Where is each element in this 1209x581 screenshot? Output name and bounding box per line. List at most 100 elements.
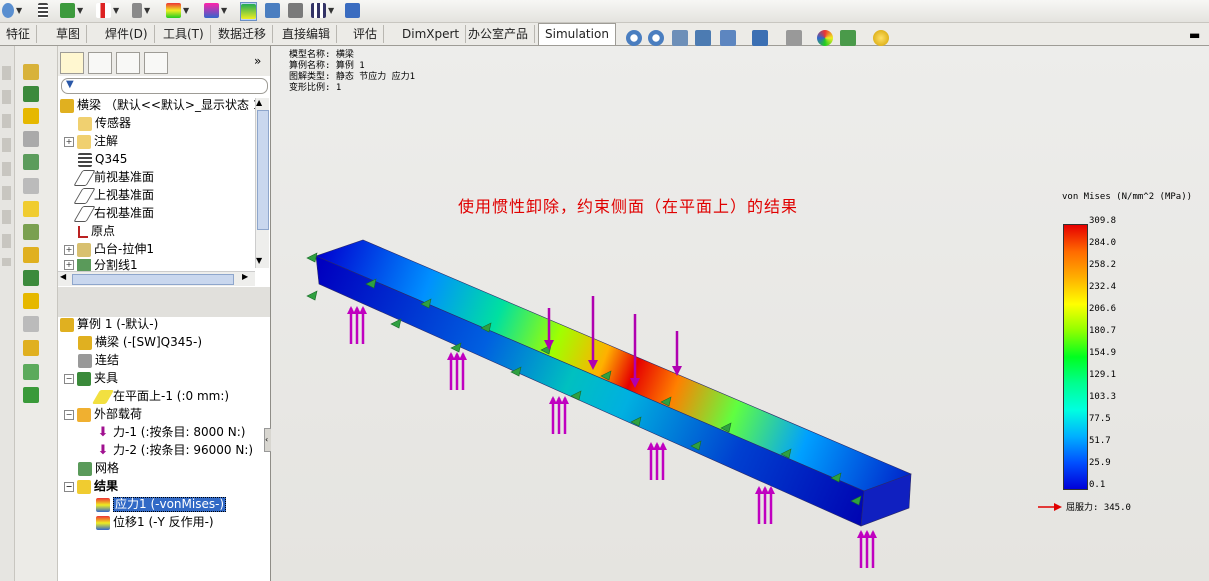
compare-tool-button[interactable]: [288, 2, 303, 19]
tree-item-top-plane[interactable]: 上视基准面: [73, 187, 154, 204]
section-tool-button[interactable]: [265, 2, 280, 19]
tab-office-products[interactable]: 办公室产品: [462, 25, 536, 43]
external-load-icon[interactable]: [23, 108, 39, 124]
study-item-study[interactable]: 算例 1 (-默认-): [60, 316, 158, 333]
tree-item-part[interactable]: 横梁 （默认<<默认>_显示状态 1: [60, 97, 260, 114]
run-icon[interactable]: [23, 178, 39, 194]
report-icon[interactable]: [23, 316, 39, 332]
tab-weldments[interactable]: 焊件(D): [99, 25, 155, 43]
scene-icon[interactable]: [840, 30, 856, 46]
scroll-up-icon[interactable]: ▲: [256, 98, 262, 107]
zoom-to-fit-icon[interactable]: [626, 30, 642, 46]
tree-item-material[interactable]: Q345: [78, 151, 127, 168]
fixture-icon[interactable]: [23, 86, 39, 102]
scroll-left-icon[interactable]: ◀: [60, 272, 66, 281]
study-item-results[interactable]: − 结果: [64, 478, 118, 495]
graphics-area[interactable]: 模型名称: 横梁 算例名称: 算例 1 图解类型: 静态 节应力 应力1 变形比…: [271, 46, 1209, 581]
plot-tool-button[interactable]: ▼: [166, 2, 189, 19]
expand-chevron-icon[interactable]: »: [254, 54, 261, 68]
tree-vertical-scrollbar[interactable]: ▲ ▼: [255, 98, 269, 268]
design-insight-icon[interactable]: [23, 293, 39, 309]
view-settings-icon[interactable]: [873, 30, 889, 46]
tree-filter-input[interactable]: ▼: [61, 78, 268, 94]
tree-item-front-plane[interactable]: 前视基准面: [73, 169, 154, 186]
tab-evaluate[interactable]: 评估: [347, 25, 385, 43]
zoom-area-icon[interactable]: [648, 30, 664, 46]
panel-splitter[interactable]: [58, 287, 270, 317]
tab-direct-editing[interactable]: 直接编辑: [276, 25, 338, 43]
configuration-manager-tab[interactable]: [116, 52, 140, 74]
tree-label: 凸台-拉伸1: [94, 242, 154, 256]
plot-options-icon[interactable]: [23, 224, 39, 240]
split-icon: [77, 259, 91, 271]
study-item-external-loads[interactable]: − 外部载荷: [64, 406, 142, 423]
tab-sketch[interactable]: 草图: [50, 25, 88, 43]
tree-item-annotations[interactable]: + 注解: [64, 133, 118, 150]
study-item-fixture-on-plane[interactable]: 在平面上-1 (:0 mm:): [91, 388, 229, 405]
minimize-icon[interactable]: ▬: [1189, 28, 1200, 42]
study-item-force-1[interactable]: ⬇ 力-1 (:按条目: 8000 N:): [96, 424, 246, 441]
thermometer-tool-button[interactable]: ▼: [96, 2, 119, 19]
previous-view-icon[interactable]: [672, 30, 688, 46]
study-item-displacement-plot[interactable]: 位移1 (-Y 反作用-): [96, 514, 214, 531]
chart-tool-button[interactable]: ▼: [311, 2, 334, 19]
zoom-tool-button[interactable]: ▼: [2, 2, 22, 19]
deformed-tool-button[interactable]: [240, 2, 257, 21]
feature-manager-tab[interactable]: [60, 52, 84, 74]
filter-icon: ▼: [66, 79, 74, 90]
compare-results-icon[interactable]: [23, 247, 39, 263]
display-style-icon[interactable]: [752, 30, 768, 46]
tree-item-extrude[interactable]: + 凸台-拉伸1: [64, 241, 154, 258]
scroll-right-icon[interactable]: ▶: [242, 272, 248, 281]
tree-item-sensors[interactable]: 传感器: [78, 115, 131, 132]
study-icon[interactable]: [23, 64, 39, 80]
expand-icon[interactable]: +: [64, 136, 74, 147]
study-item-part[interactable]: 横梁 (-[SW]Q345-): [78, 334, 202, 351]
tree-item-split-line[interactable]: + 分割线1: [64, 259, 138, 271]
report-tool-button[interactable]: [345, 2, 360, 19]
property-manager-tab[interactable]: [88, 52, 112, 74]
probe-icon[interactable]: [23, 340, 39, 356]
origin-icon: [78, 225, 88, 238]
collapse-icon[interactable]: −: [64, 409, 74, 420]
inertia-arrow: [347, 306, 367, 344]
collapse-icon[interactable]: −: [64, 481, 74, 492]
section-view-icon[interactable]: [695, 30, 711, 46]
tab-features[interactable]: 特征: [0, 25, 38, 43]
tab-tools[interactable]: 工具(T): [157, 25, 211, 43]
hide-show-icon[interactable]: [786, 30, 802, 46]
study-item-mesh[interactable]: 网格: [78, 460, 119, 477]
study-item-connections[interactable]: 连结: [78, 352, 119, 369]
tab-dimxpert[interactable]: DimXpert: [396, 25, 467, 43]
tree-horizontal-scrollbar[interactable]: ◀ ▶: [58, 271, 255, 286]
tree-item-right-plane[interactable]: 右视基准面: [73, 205, 154, 222]
study-item-fixtures[interactable]: − 夹具: [64, 370, 118, 387]
study-item-force-2[interactable]: ⬇ 力-2 (:按条目: 96000 N:): [96, 442, 254, 459]
tab-simulation[interactable]: Simulation: [538, 23, 616, 45]
tab-data-migration[interactable]: 数据迁移: [212, 25, 274, 43]
dimxpert-manager-tab[interactable]: [144, 52, 168, 74]
expand-icon[interactable]: +: [64, 260, 74, 270]
deformed-result-icon[interactable]: [23, 270, 39, 286]
results-icon[interactable]: [23, 201, 39, 217]
appearance-icon[interactable]: [817, 30, 833, 46]
tree-item-origin[interactable]: 原点: [78, 223, 115, 240]
list-tool-button[interactable]: [38, 2, 48, 19]
scroll-thumb[interactable]: [72, 274, 234, 285]
expand-icon[interactable]: +: [64, 244, 74, 255]
study-item-stress-plot[interactable]: 应力1 (-vonMises-): [96, 496, 227, 513]
mesh-icon[interactable]: [23, 154, 39, 170]
result-tool-button[interactable]: ▼: [204, 2, 227, 19]
extrude-icon: [77, 242, 91, 257]
legend-tick: 103.3: [1089, 392, 1117, 402]
scroll-thumb[interactable]: [257, 110, 269, 230]
design-study-icon[interactable]: [23, 387, 39, 403]
probe-tool-button[interactable]: ▼: [132, 2, 150, 19]
connection-icon[interactable]: [23, 131, 39, 147]
simulation-advisor-icon[interactable]: [23, 364, 39, 380]
view-orientation-icon[interactable]: [720, 30, 736, 46]
dimension-tool-button[interactable]: ▼: [60, 2, 83, 19]
legend-tick: 51.7: [1089, 436, 1111, 446]
collapse-icon[interactable]: −: [64, 373, 74, 384]
scroll-down-icon[interactable]: ▼: [256, 256, 262, 265]
